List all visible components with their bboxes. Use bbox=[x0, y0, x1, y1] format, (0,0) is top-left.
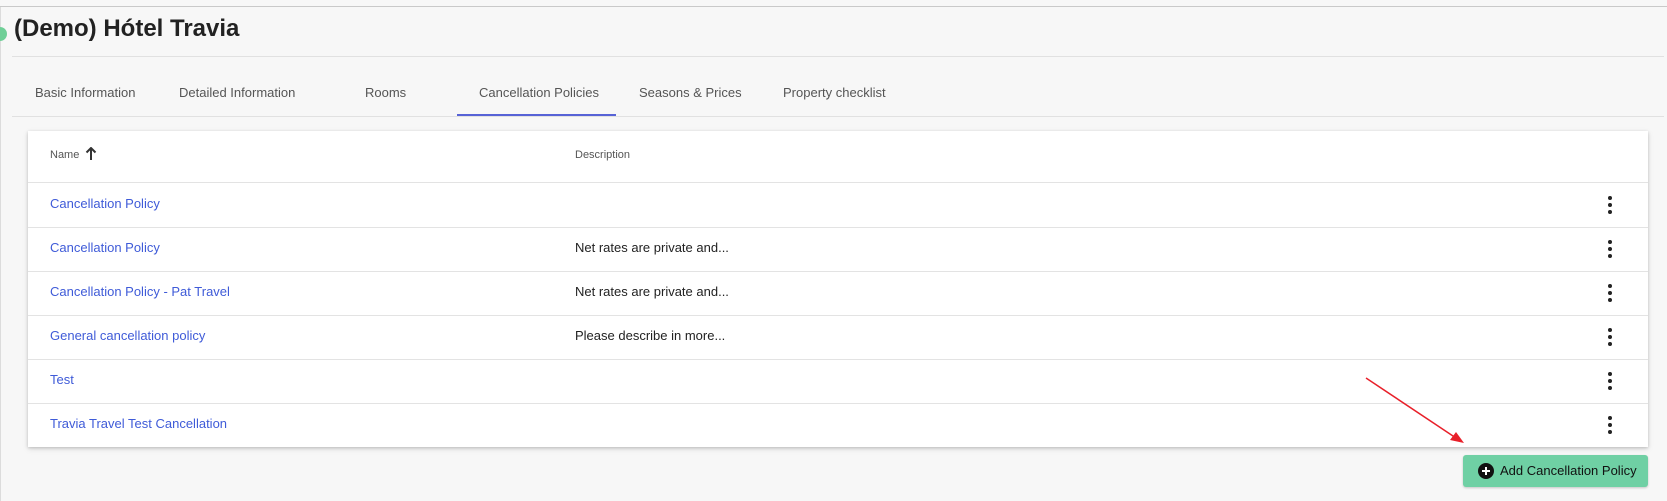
policy-name-link[interactable]: Travia Travel Test Cancellation bbox=[50, 416, 227, 431]
policy-description: Net rates are private and... bbox=[575, 240, 729, 255]
header-divider bbox=[12, 56, 1664, 57]
status-dot-icon bbox=[0, 27, 7, 41]
annotation-arrow-icon bbox=[1365, 377, 1464, 443]
tab-cancellation-policies[interactable]: Cancellation Policies bbox=[479, 76, 599, 114]
policy-name-link[interactable]: Cancellation Policy - Pat Travel bbox=[50, 284, 230, 299]
column-header-description: Description bbox=[575, 149, 631, 161]
policy-name-link[interactable]: Cancellation Policy bbox=[50, 240, 160, 255]
table-row: Cancellation Policy - Pat Travel Net rat… bbox=[28, 271, 1648, 316]
table-header: Name Description bbox=[28, 131, 1648, 183]
tab-basic-information[interactable]: Basic Information bbox=[35, 76, 135, 114]
tab-detailed-information[interactable]: Detailed Information bbox=[179, 76, 295, 114]
more-vertical-icon[interactable] bbox=[1598, 413, 1622, 437]
plus-circle-icon bbox=[1478, 463, 1494, 479]
arrow-up-icon[interactable] bbox=[85, 147, 97, 161]
add-cancellation-policy-button[interactable]: Add Cancellation Policy bbox=[1463, 455, 1648, 487]
policy-description: Please describe in more... bbox=[575, 328, 726, 343]
table-row: Cancellation Policy bbox=[28, 183, 1648, 228]
policy-name-link[interactable]: General cancellation policy bbox=[50, 328, 205, 343]
more-vertical-icon[interactable] bbox=[1598, 237, 1622, 261]
tab-rooms[interactable]: Rooms bbox=[365, 76, 406, 114]
page-title: (Demo) Hótel Travia bbox=[14, 15, 240, 42]
table-row: General cancellation policy Please descr… bbox=[28, 315, 1648, 360]
left-edge bbox=[0, 7, 1, 501]
column-header-name[interactable]: Name bbox=[50, 149, 79, 161]
more-vertical-icon[interactable] bbox=[1598, 369, 1622, 393]
top-border bbox=[0, 6, 1667, 7]
policy-description: Net rates are private and... bbox=[575, 284, 729, 299]
tab-property-checklist[interactable]: Property checklist bbox=[783, 76, 886, 114]
tab-seasons-prices[interactable]: Seasons & Prices bbox=[639, 76, 742, 114]
tabs-divider bbox=[12, 116, 1664, 117]
policy-name-link[interactable]: Test bbox=[50, 372, 74, 387]
more-vertical-icon[interactable] bbox=[1598, 281, 1622, 305]
table-row: Cancellation Policy Net rates are privat… bbox=[28, 227, 1648, 272]
more-vertical-icon[interactable] bbox=[1598, 193, 1622, 217]
add-button-label: Add Cancellation Policy bbox=[1500, 463, 1637, 478]
more-vertical-icon[interactable] bbox=[1598, 325, 1622, 349]
policy-name-link[interactable]: Cancellation Policy bbox=[50, 196, 160, 211]
